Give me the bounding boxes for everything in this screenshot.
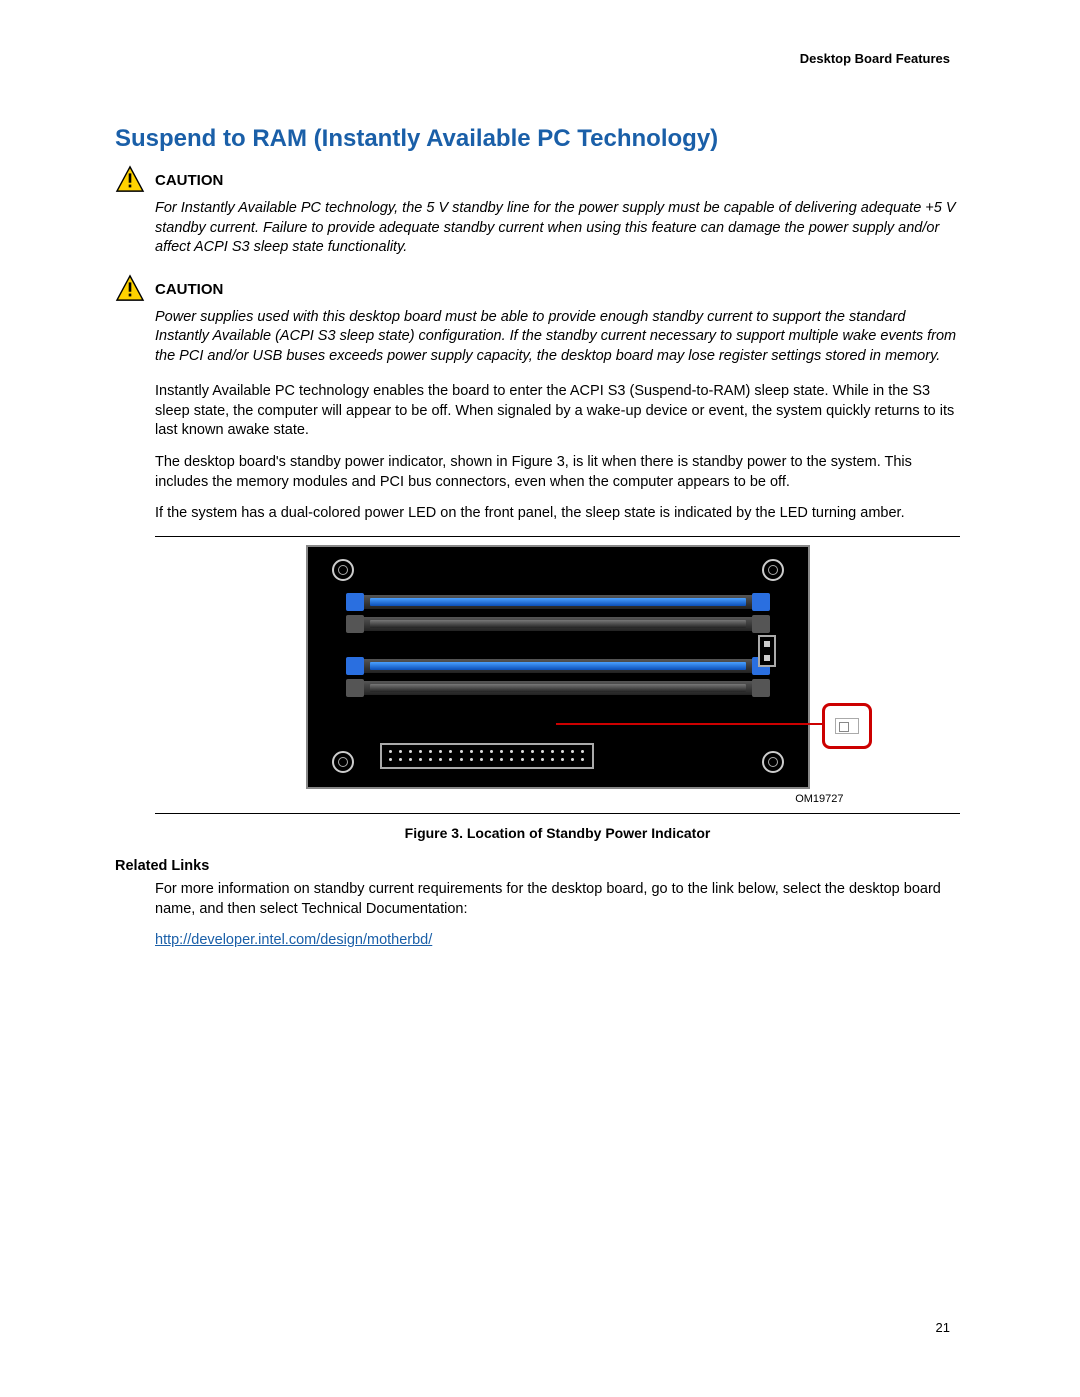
caution-icon — [115, 274, 145, 302]
board-illustration — [306, 545, 810, 789]
body-paragraph-2: The desktop board's standby power indica… — [155, 453, 960, 492]
figure-wrap: OM19727 — [155, 545, 960, 809]
caution-text-1: For Instantly Available PC technology, t… — [155, 199, 960, 258]
standby-led-callout — [822, 703, 872, 749]
dimm-slot-blue — [348, 659, 768, 673]
breadcrumb: Desktop Board Features — [800, 51, 950, 66]
caution-block-1: CAUTION — [115, 165, 960, 193]
caution-label: CAUTION — [155, 171, 223, 191]
dimm-slot-black — [348, 681, 768, 695]
figure-stage: OM19727 — [306, 545, 810, 809]
small-connector-icon — [758, 635, 776, 667]
screw-hole-icon — [332, 559, 354, 581]
standby-led-icon — [835, 718, 859, 734]
pin-header-connector-icon — [380, 743, 594, 769]
body-paragraph-1: Instantly Available PC technology enable… — [155, 382, 960, 441]
dimm-slot-black — [348, 617, 768, 631]
related-links-label: Related Links — [115, 857, 960, 877]
page-number: 21 — [936, 1319, 950, 1337]
dimm-slot-blue — [348, 595, 768, 609]
document-page: Desktop Board Features Suspend to RAM (I… — [0, 0, 1080, 1397]
screw-hole-icon — [762, 559, 784, 581]
related-links-url-line: http://developer.intel.com/design/mother… — [155, 931, 960, 951]
screw-hole-icon — [332, 751, 354, 773]
caution-icon — [115, 165, 145, 193]
caution-label: CAUTION — [155, 280, 223, 300]
related-links-text: For more information on standby current … — [155, 880, 960, 919]
related-link[interactable]: http://developer.intel.com/design/mother… — [155, 932, 432, 948]
figure-top-divider — [155, 536, 960, 537]
screw-hole-icon — [762, 751, 784, 773]
body-paragraph-3: If the system has a dual-colored power L… — [155, 504, 960, 524]
caution-text-2: Power supplies used with this desktop bo… — [155, 308, 960, 367]
page-header: Desktop Board Features — [115, 50, 960, 68]
figure-om-label: OM19727 — [795, 792, 843, 807]
figure-caption: Figure 3. Location of Standby Power Indi… — [155, 824, 960, 843]
section-title: Suspend to RAM (Instantly Available PC T… — [115, 123, 960, 155]
figure-bottom-divider — [155, 813, 960, 814]
callout-line — [556, 723, 822, 725]
caution-block-2: CAUTION — [115, 274, 960, 302]
